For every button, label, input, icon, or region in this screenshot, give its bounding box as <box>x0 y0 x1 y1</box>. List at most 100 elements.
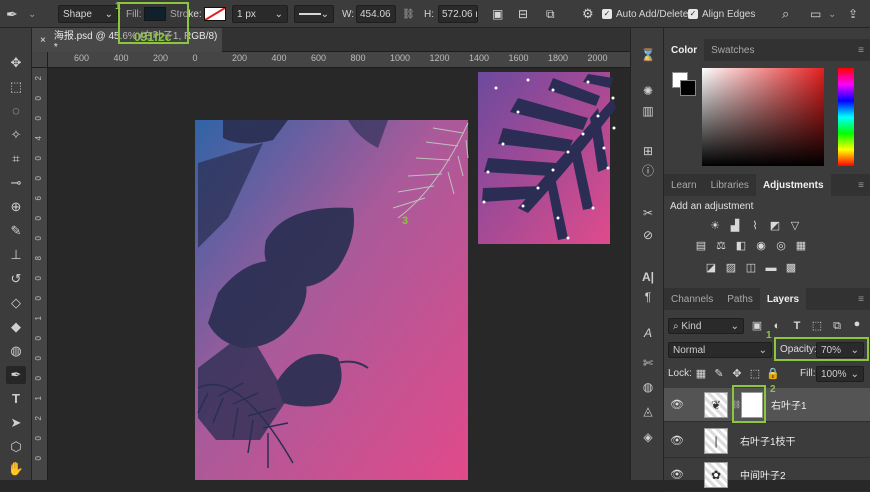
eraser-tool-icon[interactable]: ◇ <box>6 294 26 312</box>
blend-mode-select[interactable]: Normal ⌄ <box>668 342 772 358</box>
lock-transparency-icon[interactable]: ▦ <box>694 368 708 380</box>
tab-libraries[interactable]: Libraries <box>704 174 756 196</box>
info-icon[interactable]: ⓘ <box>638 162 658 180</box>
filter-shape-icon[interactable]: ⬚ <box>810 320 824 332</box>
lock-image-icon[interactable]: ✎ <box>712 368 726 380</box>
scissors-icon[interactable]: ✄ <box>638 354 658 372</box>
tab-paths[interactable]: Paths <box>720 288 760 310</box>
visibility-eye-icon[interactable]: 👁 <box>664 468 690 481</box>
pen-tool-icon[interactable]: ✒ <box>6 5 18 23</box>
character-icon[interactable]: A| <box>638 268 658 286</box>
hue-slider[interactable] <box>838 68 854 166</box>
lock-all-icon[interactable]: 🔒 <box>766 368 780 380</box>
lasso-tool-icon[interactable]: ◌ <box>6 102 26 120</box>
exposure-icon[interactable]: ◩ <box>768 220 782 232</box>
panel-menu-icon[interactable]: ≡ <box>858 39 870 61</box>
history-brush-icon[interactable]: ↺ <box>6 270 26 288</box>
libraries-icon[interactable]: ⊞ <box>638 142 658 160</box>
brightness-contrast-icon[interactable]: ☀ <box>708 220 722 232</box>
black-white-icon[interactable]: ◧ <box>734 240 748 252</box>
height-input[interactable]: 572.06 r <box>438 5 478 23</box>
layer-row-selected[interactable]: 👁 ❦ ⛓ 右叶子1 <box>664 388 870 422</box>
threshold-icon[interactable]: ◫ <box>744 262 758 274</box>
pen-tool-icon[interactable]: ✒ <box>6 366 26 384</box>
color-lookup-icon[interactable]: ▦ <box>794 240 808 252</box>
filter-adjustment-icon[interactable]: ◐ <box>770 320 784 332</box>
clone-source-icon[interactable]: ⊘ <box>638 226 658 244</box>
tab-channels[interactable]: Channels <box>664 288 720 310</box>
close-icon[interactable]: × <box>40 35 46 46</box>
channel-mixer-icon[interactable]: ◎ <box>774 240 788 252</box>
marquee-tool-icon[interactable]: ⬚ <box>6 78 26 96</box>
move-tool-icon[interactable]: ✥ <box>6 54 26 72</box>
path-selection-icon[interactable]: ➤ <box>6 414 26 432</box>
chevron-down-icon[interactable]: ⌄ <box>828 5 836 23</box>
hue-saturation-icon[interactable]: ▤ <box>694 240 708 252</box>
filter-toggle-icon[interactable]: ● <box>850 318 864 330</box>
path-alignment-icon[interactable]: ⊟ <box>518 5 528 23</box>
tool-mode-select[interactable]: Shape ⌄ <box>58 5 118 23</box>
layer-row[interactable]: 👁 | 右叶子1枝干 <box>664 424 870 458</box>
tab-layers[interactable]: Layers <box>759 288 807 310</box>
filter-smart-object-icon[interactable]: ⧉ <box>830 320 844 332</box>
auto-add-delete-checkbox[interactable]: ✓ Auto Add/Delete <box>602 5 688 23</box>
invert-icon[interactable]: ◪ <box>704 262 718 274</box>
gear-icon[interactable]: ⚙ <box>582 5 594 23</box>
background-color[interactable] <box>680 80 696 96</box>
panel-menu-icon[interactable]: ≡ <box>858 288 870 310</box>
history-icon[interactable]: ⌛ <box>638 46 658 64</box>
gradient-map-icon[interactable]: ▬ <box>764 262 778 274</box>
blur-tool-icon[interactable]: ◍ <box>6 342 26 360</box>
lock-artboard-icon[interactable]: ⬚ <box>748 368 762 380</box>
width-input[interactable]: 454.06 <box>356 5 396 23</box>
brush-settings-icon[interactable]: ✂ <box>638 204 658 222</box>
share-icon[interactable]: ⇪ <box>848 5 858 23</box>
levels-icon[interactable]: ▟ <box>728 220 742 232</box>
stroke-style-select[interactable]: ⌄ <box>294 5 334 23</box>
transform-icon[interactable]: ◍ <box>638 378 658 396</box>
color-field[interactable] <box>702 68 824 166</box>
tab-swatches[interactable]: Swatches <box>704 39 761 61</box>
healing-brush-icon[interactable]: ⊕ <box>6 198 26 216</box>
stroke-swatch[interactable] <box>204 7 226 21</box>
lock-position-icon[interactable]: ✥ <box>730 368 744 380</box>
selective-color-icon[interactable]: ▩ <box>784 262 798 274</box>
posterize-icon[interactable]: ▨ <box>724 262 738 274</box>
crop-tool-icon[interactable]: ⌗ <box>6 150 26 168</box>
paragraph-icon[interactable]: ¶ <box>638 288 658 306</box>
hand-tool-icon[interactable]: ✋ <box>6 460 26 478</box>
filter-pixel-icon[interactable]: ▣ <box>750 320 764 332</box>
curves-icon[interactable]: ⌇ <box>748 220 762 232</box>
path-operations-icon[interactable]: ▣ <box>492 5 503 23</box>
tab-adjustments[interactable]: Adjustments <box>755 174 831 196</box>
panel-menu-icon[interactable]: ≡ <box>858 174 870 196</box>
brush-tool-icon[interactable]: ✎ <box>6 222 26 240</box>
filter-type-icon[interactable]: T <box>790 320 804 332</box>
stroke-width-select[interactable]: 1 px ⌄ <box>232 5 288 23</box>
shape-tool-icon[interactable]: ⬡ <box>6 438 26 456</box>
eyedropper-icon[interactable]: ⊸ <box>6 174 26 192</box>
magic-wand-icon[interactable]: ✧ <box>6 126 26 144</box>
photo-filter-icon[interactable]: ◉ <box>754 240 768 252</box>
path-arrangement-icon[interactable]: ⧉ <box>546 5 555 23</box>
align-edges-checkbox[interactable]: ✓ Align Edges <box>688 5 755 23</box>
3d-icon[interactable]: ◬ <box>638 402 658 420</box>
chevron-down-icon[interactable]: ⌄ <box>28 5 36 23</box>
fill-input[interactable]: 100% ⌄ <box>816 366 864 382</box>
styles-icon[interactable]: ◈ <box>638 428 658 446</box>
glyphs-icon[interactable]: A <box>638 324 658 342</box>
visibility-eye-icon[interactable]: 👁 <box>664 434 690 447</box>
paint-bucket-icon[interactable]: ◆ <box>6 318 26 336</box>
type-tool-icon[interactable]: T <box>6 390 26 408</box>
link-icon[interactable]: ⛓ <box>402 5 415 23</box>
layer-filter-select[interactable]: ⌕ Kind ⌄ <box>668 318 744 334</box>
tab-learn[interactable]: Learn <box>664 174 704 196</box>
tab-color[interactable]: Color <box>664 39 705 61</box>
search-icon[interactable]: ⌕ <box>782 5 789 23</box>
layer-row[interactable]: 👁 ✿ 中间叶子2 <box>664 458 870 492</box>
clone-stamp-icon[interactable]: ⊥ <box>6 246 26 264</box>
properties-icon[interactable]: ✺ <box>638 82 658 100</box>
workspace-icon[interactable]: ▭ <box>810 5 821 23</box>
visibility-eye-icon[interactable]: 👁 <box>664 398 690 411</box>
canvas-area[interactable]: 3 <box>48 68 630 480</box>
